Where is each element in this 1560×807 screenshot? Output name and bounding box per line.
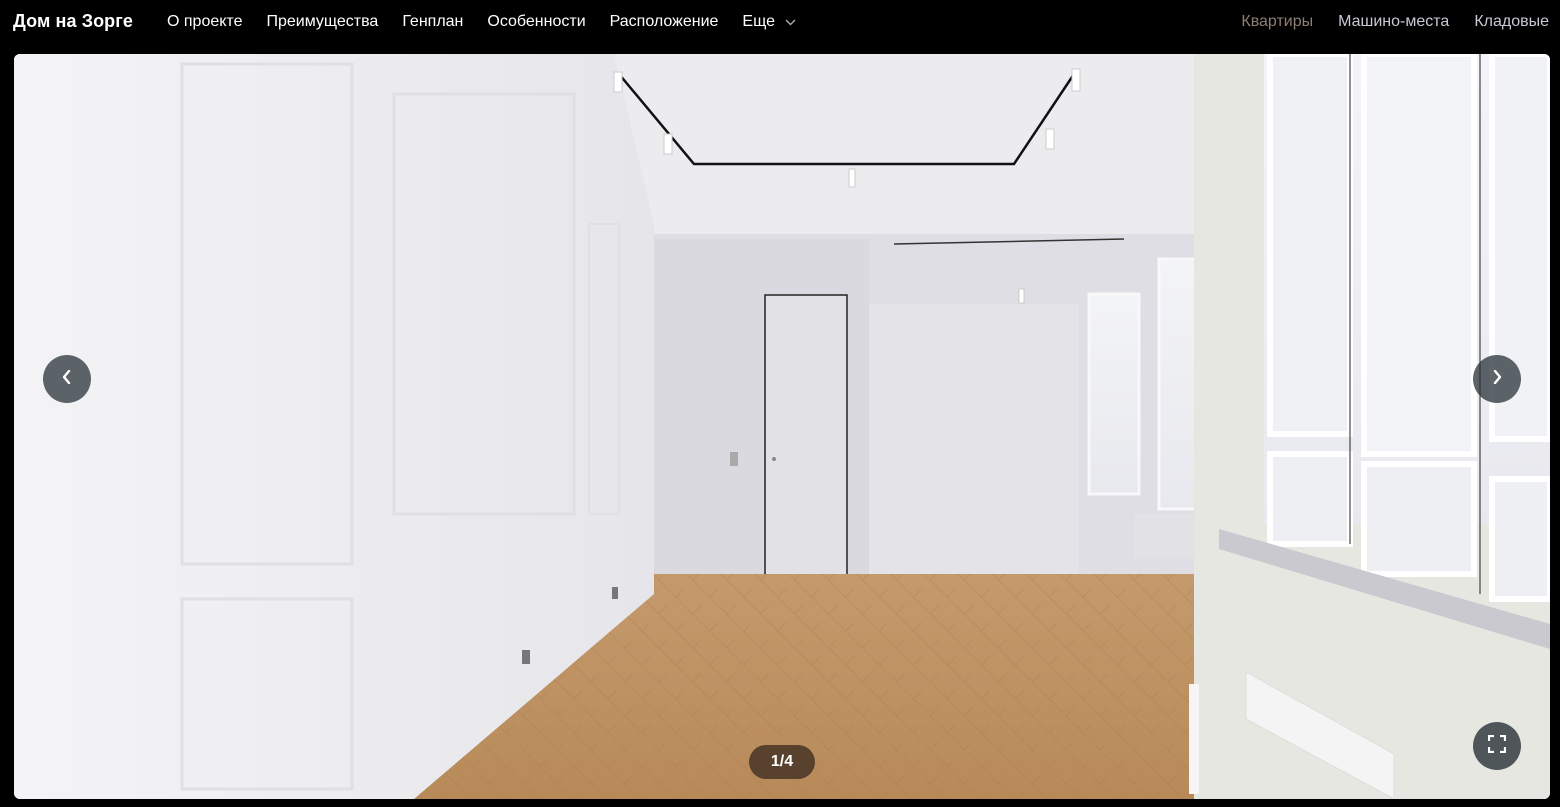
chevron-left-icon <box>61 369 73 389</box>
fullscreen-icon <box>1487 734 1507 758</box>
gallery-next-button[interactable] <box>1473 355 1521 403</box>
nav-item-advantages[interactable]: Преимущества <box>266 13 378 31</box>
nav-item-more[interactable]: Еще <box>742 13 796 31</box>
gallery-photo-interior <box>14 54 1550 799</box>
chevron-right-icon <box>1491 369 1503 389</box>
nav-item-parking[interactable]: Машино-места <box>1338 13 1449 31</box>
main-nav: О проекте Преимущества Генплан Особеннос… <box>167 13 820 31</box>
nav-item-about[interactable]: О проекте <box>167 13 242 31</box>
gallery-counter: 1/4 <box>749 745 815 779</box>
nav-item-location[interactable]: Расположение <box>610 13 719 31</box>
nav-item-features[interactable]: Особенности <box>487 13 585 31</box>
nav-item-more-label: Еще <box>742 13 775 30</box>
nav-item-apartments[interactable]: Квартиры <box>1241 13 1313 31</box>
photo-gallery: 1/4 <box>14 54 1550 799</box>
nav-item-master-plan[interactable]: Генплан <box>402 13 463 31</box>
brand-logo-text[interactable]: Дом на Зорге <box>13 11 133 32</box>
top-navigation: Дом на Зорге О проекте Преимущества Генп… <box>0 0 1560 54</box>
chevron-down-icon <box>785 19 796 26</box>
secondary-nav: Квартиры Машино-места Кладовые <box>1216 13 1549 31</box>
nav-item-storage[interactable]: Кладовые <box>1474 13 1549 31</box>
fullscreen-button[interactable] <box>1473 722 1521 770</box>
gallery-prev-button[interactable] <box>43 355 91 403</box>
